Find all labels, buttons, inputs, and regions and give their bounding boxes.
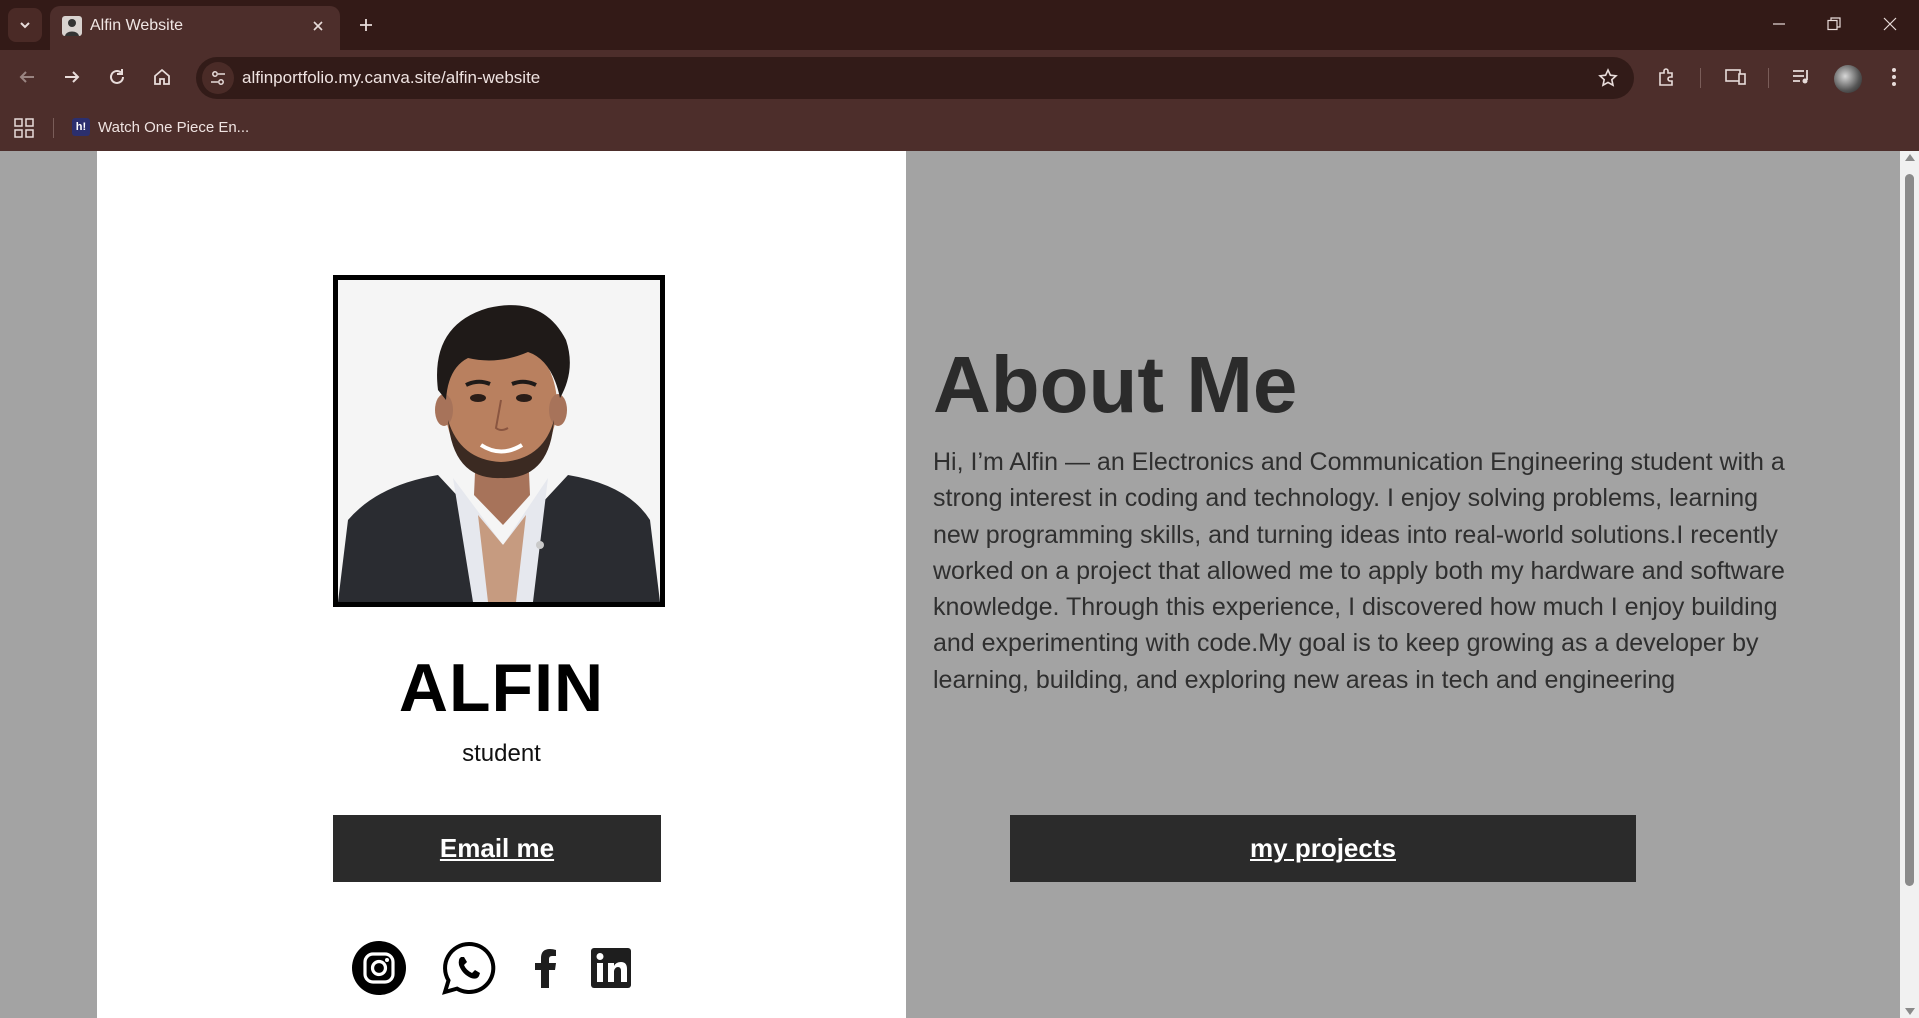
- scrollbar-thumb[interactable]: [1905, 174, 1914, 886]
- extensions-button[interactable]: [1651, 61, 1683, 93]
- scroll-down-arrow-icon[interactable]: [1905, 1008, 1915, 1015]
- profile-name: ALFIN: [398, 650, 605, 726]
- arrow-right-icon: [65, 71, 80, 83]
- menu-button[interactable]: [1878, 61, 1910, 93]
- facebook-icon[interactable]: [517, 940, 573, 996]
- portrait-image: [338, 280, 660, 602]
- profile-photo: [333, 275, 665, 607]
- toolbar-divider: [1700, 68, 1701, 88]
- home-icon: [154, 68, 170, 85]
- devices-icon: [1725, 69, 1746, 85]
- scroll-up-arrow-icon[interactable]: [1905, 154, 1915, 161]
- bookmark-item[interactable]: h! Watch One Piece En...: [72, 114, 249, 140]
- tab-search-button[interactable]: [8, 8, 42, 42]
- profile-role: student: [462, 740, 541, 767]
- tune-icon: [211, 71, 225, 85]
- profile-panel: ALFIN student Email me: [97, 151, 906, 1018]
- cast-button[interactable]: [1720, 61, 1752, 93]
- queue-music-icon: [1793, 70, 1808, 84]
- new-tab-button[interactable]: [352, 11, 380, 39]
- about-heading: About Me: [933, 340, 1298, 429]
- forward-button[interactable]: [56, 61, 88, 93]
- bookmark-star-button[interactable]: [1596, 66, 1620, 90]
- my-projects-button[interactable]: my projects: [1010, 815, 1636, 882]
- home-button[interactable]: [146, 61, 178, 93]
- restore-icon: [1827, 17, 1841, 31]
- minimize-icon: [1773, 23, 1785, 25]
- whatsapp-icon[interactable]: [441, 940, 497, 996]
- profile-avatar[interactable]: [1834, 65, 1862, 93]
- plus-icon: [360, 19, 372, 31]
- about-panel: About Me Hi, I’m Alfin — an Electronics …: [906, 151, 1900, 1018]
- apps-grid-icon: [14, 118, 34, 138]
- tab-close-icon[interactable]: [306, 14, 330, 38]
- bookmarks-divider: [53, 118, 54, 138]
- close-icon: [1883, 17, 1897, 31]
- tab-title: Alfin Website: [90, 17, 184, 34]
- restore-button[interactable]: [1806, 4, 1862, 44]
- toolbar-divider: [1768, 68, 1769, 88]
- tab-strip: Alfin Website: [0, 0, 1919, 50]
- minimize-button[interactable]: [1751, 4, 1807, 44]
- page-scrollbar[interactable]: [1900, 151, 1919, 1018]
- media-control-button[interactable]: [1786, 61, 1818, 93]
- email-me-button[interactable]: Email me: [333, 815, 661, 882]
- star-icon: [1598, 68, 1618, 87]
- back-button[interactable]: [11, 61, 43, 93]
- bookmark-label: Watch One Piece En...: [98, 118, 250, 136]
- about-paragraph: Hi, I’m Alfin — an Electronics and Commu…: [933, 448, 1785, 694]
- reload-icon: [110, 69, 124, 84]
- linkedin-icon[interactable]: [583, 940, 639, 996]
- puzzle-icon: [1659, 68, 1673, 86]
- reload-button[interactable]: [101, 61, 133, 93]
- page-viewport: ALFIN student Email me About Me Hi, I’m …: [0, 151, 1919, 1018]
- more-vert-icon: [1892, 68, 1896, 86]
- address-bar[interactable]: alfinportfolio.my.canva.site/alfin-websi…: [196, 57, 1634, 99]
- chevron-down-icon: [20, 22, 30, 29]
- url-text: alfinportfolio.my.canva.site/alfin-websi…: [242, 68, 541, 87]
- apps-button[interactable]: [12, 116, 36, 140]
- tab-active[interactable]: Alfin Website: [50, 6, 340, 50]
- close-window-button[interactable]: [1862, 4, 1918, 44]
- bookmark-favicon-icon: h!: [72, 118, 90, 136]
- browser-toolbar: alfinportfolio.my.canva.site/alfin-websi…: [0, 50, 1919, 104]
- instagram-icon[interactable]: [351, 940, 407, 996]
- tab-favicon-icon: [62, 16, 82, 36]
- arrow-left-icon: [19, 71, 34, 83]
- site-info-button[interactable]: [202, 62, 234, 94]
- bookmarks-bar: h! Watch One Piece En...: [0, 104, 1919, 151]
